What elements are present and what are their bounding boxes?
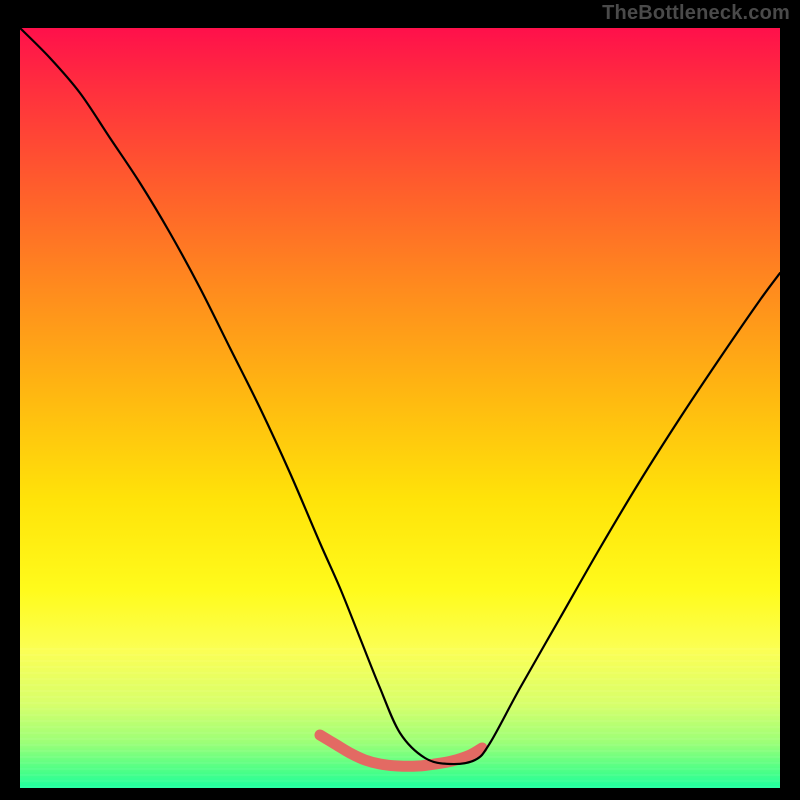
curve-layer	[20, 28, 780, 788]
chart-stage: TheBottleneck.com	[0, 0, 800, 800]
trough-accent-red	[320, 735, 482, 766]
plot-area	[20, 28, 780, 788]
main-black-curve	[20, 28, 780, 764]
watermark-text: TheBottleneck.com	[602, 2, 790, 25]
